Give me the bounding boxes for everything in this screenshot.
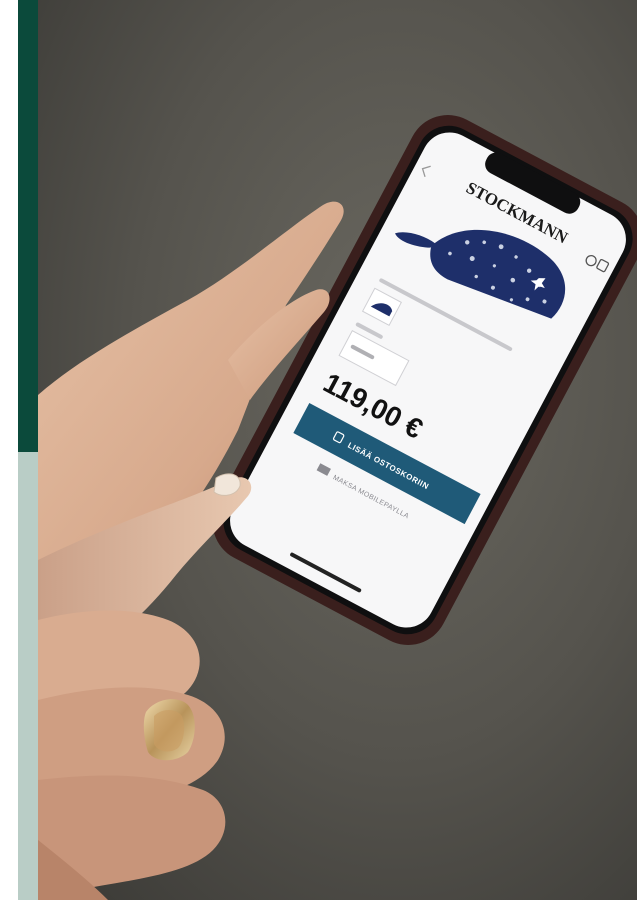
photo-illustration: STOCKMANN 119,00 € LISÄÄ OSTOSKORIIN MAK… <box>38 0 637 900</box>
photo-page: STOCKMANN 119,00 € LISÄÄ OSTOSKORIIN MAK… <box>0 0 637 900</box>
photo-hand-holding-phone: STOCKMANN 119,00 € LISÄÄ OSTOSKORIIN MAK… <box>38 0 637 900</box>
accent-band-dark <box>18 0 38 452</box>
accent-band-light <box>18 452 38 900</box>
gold-ring <box>143 699 195 761</box>
